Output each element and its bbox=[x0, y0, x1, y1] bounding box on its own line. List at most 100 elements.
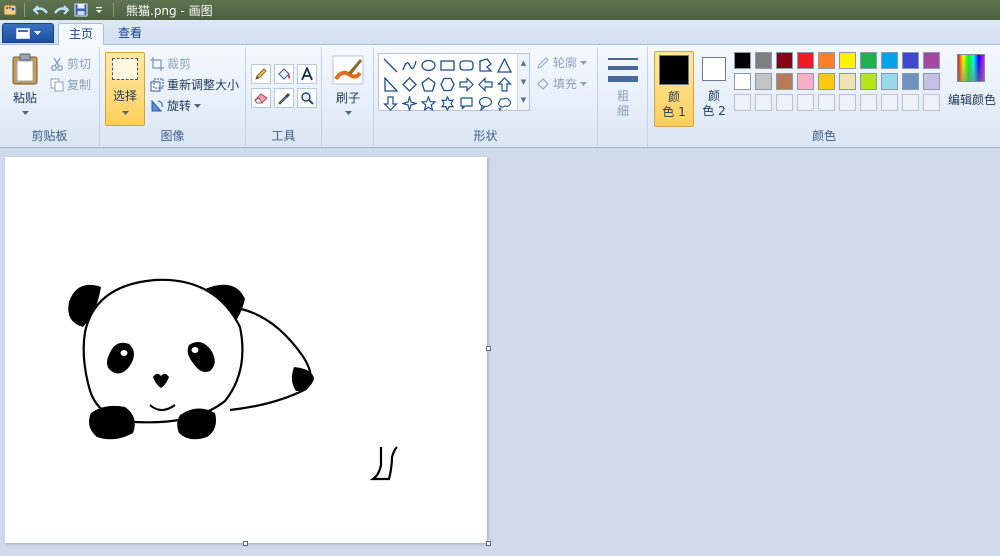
tab-home[interactable]: 主页 bbox=[58, 23, 105, 45]
fill-tool[interactable] bbox=[274, 64, 294, 84]
tab-view[interactable]: 查看 bbox=[108, 23, 152, 45]
hexagon-shape[interactable] bbox=[438, 75, 457, 94]
text-tool[interactable] bbox=[297, 64, 317, 84]
canvas-workarea[interactable] bbox=[0, 149, 1000, 556]
document-icon bbox=[15, 27, 30, 39]
palette-swatch-2[interactable] bbox=[755, 52, 772, 69]
palette-swatch-19[interactable] bbox=[902, 73, 919, 90]
palette-custom-slot[interactable] bbox=[860, 94, 877, 111]
polygon-shape[interactable] bbox=[476, 56, 495, 75]
curve-shape[interactable] bbox=[400, 56, 419, 75]
color-picker-tool[interactable] bbox=[274, 88, 294, 108]
palette-swatch-8[interactable] bbox=[881, 52, 898, 69]
canvas-resize-handle-right[interactable] bbox=[486, 346, 491, 351]
four-point-star-shape[interactable] bbox=[400, 94, 419, 113]
resize-label: 重新调整大小 bbox=[167, 78, 240, 92]
palette-swatch-4[interactable] bbox=[797, 52, 814, 69]
palette-swatch-20[interactable] bbox=[923, 73, 940, 90]
palette-swatch-17[interactable] bbox=[860, 73, 877, 90]
palette-custom-slot[interactable] bbox=[797, 94, 814, 111]
palette-swatch-3[interactable] bbox=[776, 52, 793, 69]
clipboard-icon bbox=[12, 53, 38, 85]
palette-swatch-10[interactable] bbox=[923, 52, 940, 69]
cut-button[interactable]: 剪切 bbox=[50, 55, 91, 72]
copy-button[interactable]: 复制 bbox=[50, 76, 91, 93]
paste-label: 粘贴 bbox=[12, 91, 37, 105]
drawing-canvas[interactable] bbox=[5, 157, 487, 543]
rounded-callout-shape[interactable] bbox=[457, 94, 476, 113]
customize-quick-access-icon[interactable] bbox=[91, 2, 107, 18]
palette-custom-slot[interactable] bbox=[923, 94, 940, 111]
canvas-resize-handle-bottom[interactable] bbox=[243, 541, 248, 546]
canvas-resize-handle-corner[interactable] bbox=[486, 541, 491, 546]
palette-swatch-13[interactable] bbox=[776, 73, 793, 90]
palette-swatch-9[interactable] bbox=[902, 52, 919, 69]
line-shape[interactable] bbox=[381, 56, 400, 75]
palette-swatch-12[interactable] bbox=[755, 73, 772, 90]
paste-button[interactable]: 粘贴 bbox=[6, 51, 44, 123]
eraser-tool[interactable] bbox=[251, 88, 271, 108]
select-button[interactable]: 选择 bbox=[105, 52, 145, 126]
select-label: 选择 bbox=[112, 89, 137, 103]
oval-callout-shape[interactable] bbox=[476, 94, 495, 113]
palette-custom-slot[interactable] bbox=[881, 94, 898, 111]
palette-swatch-6[interactable] bbox=[839, 52, 856, 69]
right-triangle-shape[interactable] bbox=[381, 75, 400, 94]
palette-custom-slot[interactable] bbox=[902, 94, 919, 111]
panda-drawing bbox=[68, 278, 398, 481]
five-point-star-shape[interactable] bbox=[419, 94, 438, 113]
scroll-up-icon[interactable]: ▲ bbox=[518, 54, 529, 73]
fill-button[interactable]: 填充 bbox=[536, 75, 588, 92]
color2-button[interactable]: 颜 色 2 bbox=[695, 51, 731, 127]
brushes-button[interactable]: 刷子 bbox=[328, 51, 368, 123]
redo-icon[interactable] bbox=[53, 2, 69, 18]
expand-gallery-icon[interactable]: ▼ bbox=[518, 91, 529, 110]
paint-app-icon[interactable] bbox=[2, 2, 18, 18]
palette-custom-slot[interactable] bbox=[734, 94, 751, 111]
palette-custom-slot[interactable] bbox=[755, 94, 772, 111]
color1-button[interactable]: 颜 色 1 bbox=[654, 51, 694, 127]
up-arrow-shape[interactable] bbox=[495, 75, 514, 94]
six-point-star-shape[interactable] bbox=[438, 94, 457, 113]
left-arrow-shape[interactable] bbox=[476, 75, 495, 94]
palette-swatch-7[interactable] bbox=[860, 52, 877, 69]
down-arrow-shape[interactable] bbox=[381, 94, 400, 113]
undo-icon[interactable] bbox=[33, 2, 49, 18]
tools-grid bbox=[251, 64, 317, 108]
paint-menu-button[interactable] bbox=[2, 23, 54, 43]
crop-button[interactable]: 裁剪 bbox=[150, 55, 191, 72]
magnifier-tool[interactable] bbox=[297, 88, 317, 108]
eyedropper-icon bbox=[278, 93, 290, 105]
edit-colors-button[interactable]: 编辑颜色 bbox=[946, 51, 998, 117]
oval-shape[interactable] bbox=[419, 56, 438, 75]
pencil-tool[interactable] bbox=[251, 64, 271, 84]
rounded-rectangle-shape[interactable] bbox=[457, 56, 476, 75]
resize-button[interactable]: 重新调整大小 bbox=[150, 76, 239, 93]
palette-swatch-5[interactable] bbox=[818, 52, 835, 69]
outline-button[interactable]: 轮廓 bbox=[536, 54, 588, 71]
triangle-shape[interactable] bbox=[495, 56, 514, 75]
palette-swatch-11[interactable] bbox=[734, 73, 751, 90]
palette-custom-slot[interactable] bbox=[776, 94, 793, 111]
size-button[interactable]: 粗 细 bbox=[602, 51, 644, 123]
save-icon[interactable] bbox=[73, 2, 89, 18]
palette-swatch-1[interactable] bbox=[734, 52, 751, 69]
title-bar: 熊猫.png - 画图 bbox=[0, 0, 1000, 20]
edit-colors-label: 编辑颜色 bbox=[947, 93, 996, 107]
palette-swatch-18[interactable] bbox=[881, 73, 898, 90]
palette-swatch-15[interactable] bbox=[818, 73, 835, 90]
rotate-button[interactable]: 旋转 bbox=[150, 97, 202, 114]
cloud-callout-shape[interactable] bbox=[495, 94, 514, 113]
palette-swatch-14[interactable] bbox=[797, 73, 814, 90]
diamond-shape[interactable] bbox=[400, 75, 419, 94]
scroll-down-icon[interactable]: ▼ bbox=[518, 73, 529, 92]
palette-custom-slot[interactable] bbox=[839, 94, 856, 111]
pentagon-shape[interactable] bbox=[419, 75, 438, 94]
color2-label-line2: 色 2 bbox=[702, 104, 726, 118]
palette-swatch-16[interactable] bbox=[839, 73, 856, 90]
separator bbox=[113, 3, 114, 17]
palette-custom-slot[interactable] bbox=[818, 94, 835, 111]
rectangle-shape[interactable] bbox=[438, 56, 457, 75]
shapes-scrollbar[interactable]: ▲ ▼ ▼ bbox=[517, 54, 529, 110]
right-arrow-shape[interactable] bbox=[457, 75, 476, 94]
